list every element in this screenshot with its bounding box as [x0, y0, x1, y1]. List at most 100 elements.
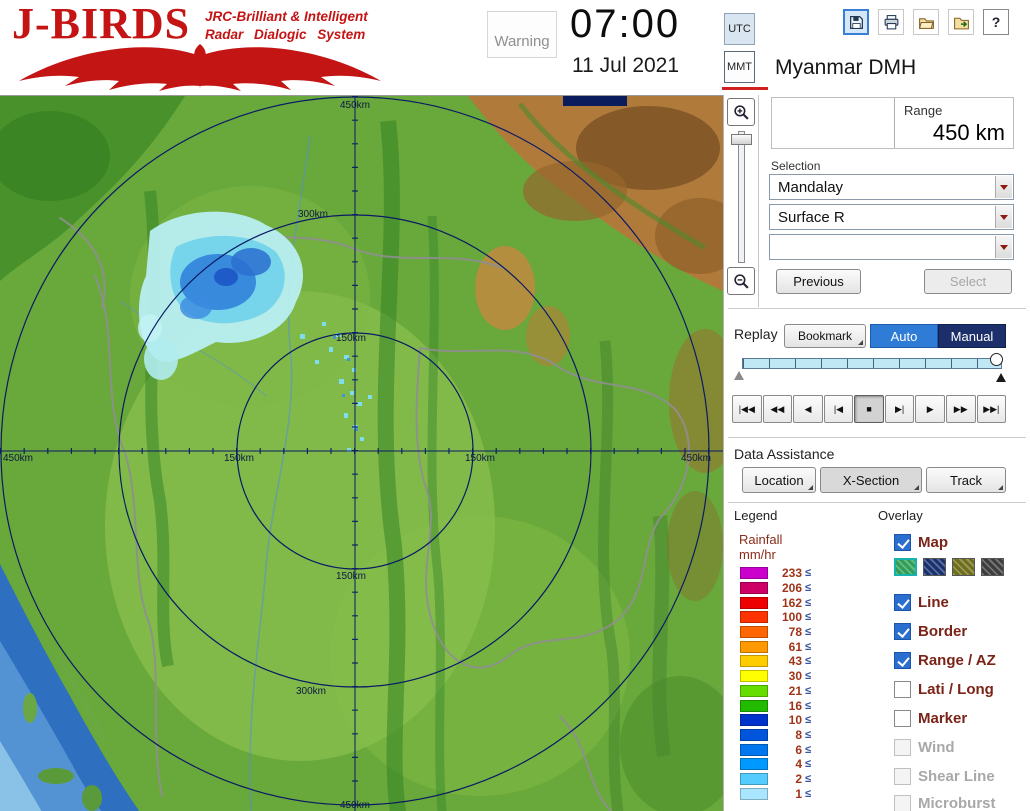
overlay-item-border[interactable]: Border	[894, 621, 967, 641]
help-icon: ?	[991, 14, 1001, 30]
save-button[interactable]	[843, 9, 869, 35]
mmt-button[interactable]: MMT	[724, 51, 755, 83]
replay-timeline-slider[interactable]	[742, 358, 1002, 369]
overlay-item-label: Shear Line	[918, 767, 995, 785]
map-top-bar	[563, 96, 627, 106]
zoom-out-button[interactable]	[727, 267, 755, 295]
map-style-navy[interactable]	[923, 558, 946, 576]
legend-lte: ≤	[805, 758, 812, 771]
site-dropdown[interactable]: Mandalay	[769, 174, 1014, 200]
select-button[interactable]: Select	[924, 269, 1012, 294]
step-forward-button[interactable]: ▶|	[884, 395, 915, 423]
legend-color-swatch	[740, 626, 768, 639]
checkbox[interactable]	[894, 709, 911, 727]
auto-button[interactable]: Auto	[870, 324, 938, 348]
help-button[interactable]: ?	[983, 9, 1009, 35]
option-dropdown[interactable]	[769, 234, 1014, 260]
clock-time: 07:00	[570, 2, 681, 46]
overlay-item-label: Lati / Long	[918, 680, 994, 698]
playback-controls: |◀◀ ◀◀ ◀ |◀ ■ ▶| ▶ ▶▶ ▶▶|	[732, 395, 1007, 423]
zoom-in-button[interactable]	[727, 98, 755, 126]
station-name: Myanmar DMH	[775, 56, 917, 79]
site-dropdown-value: Mandalay	[778, 179, 844, 196]
legend-lte: ≤	[805, 772, 812, 785]
open-folder-icon	[918, 17, 934, 29]
legend-value: 233	[781, 566, 802, 581]
dropdown-button[interactable]	[995, 236, 1012, 258]
legend-color-swatch	[740, 684, 768, 697]
product-dropdown[interactable]: Surface R	[769, 204, 1014, 230]
legend-unit-line1: Rainfall	[739, 532, 783, 547]
data-assistance-label: Data Assistance	[734, 446, 835, 462]
legend-lte: ≤	[805, 567, 812, 580]
x-section-button[interactable]: X-Section	[820, 467, 922, 493]
timeline-handle[interactable]	[990, 353, 1003, 366]
map-style-green[interactable]	[894, 558, 917, 576]
track-button[interactable]: Track	[926, 467, 1006, 493]
play-reverse-button[interactable]: ◀	[793, 395, 823, 423]
legend-color-swatch	[740, 758, 768, 771]
skip-to-start-button[interactable]: |◀◀	[732, 395, 762, 423]
warning-label: Warning	[494, 33, 550, 50]
chevron-down-icon	[1000, 184, 1008, 190]
overlay-item-range-az[interactable]: Range / AZ	[894, 650, 996, 670]
bookmark-button[interactable]: Bookmark	[784, 324, 866, 348]
checkbox[interactable]	[894, 622, 911, 640]
overlay-item-line[interactable]: Line	[894, 592, 949, 612]
stop-button[interactable]: ■	[854, 395, 884, 423]
skip-to-end-button[interactable]: ▶▶|	[976, 395, 1007, 423]
open-folder-button[interactable]	[913, 9, 939, 35]
overlay-item-label: Range / AZ	[918, 651, 996, 669]
overlay-item-label: Line	[918, 593, 949, 611]
range-label: 150km	[336, 571, 366, 582]
divider	[728, 437, 1026, 438]
legend-color-swatch	[740, 699, 768, 712]
legend-color-swatch	[740, 743, 768, 756]
map-style-gray[interactable]	[981, 558, 1004, 576]
range-label: 300km	[298, 209, 328, 220]
timeline-position-marker[interactable]	[996, 373, 1006, 382]
checkbox[interactable]	[894, 533, 911, 551]
legend-row: 43 ≤	[740, 654, 811, 669]
manual-button[interactable]: Manual	[938, 324, 1006, 348]
print-button[interactable]	[878, 9, 904, 35]
zoom-slider[interactable]	[731, 131, 752, 263]
chevron-down-icon	[1000, 214, 1008, 220]
checkbox[interactable]	[894, 593, 911, 611]
legend-row: 6 ≤	[740, 742, 811, 757]
range-label: 450km	[340, 800, 370, 811]
legend-value: 16	[788, 698, 802, 713]
legend-value: 100	[781, 610, 802, 625]
play-button[interactable]: ▶	[915, 395, 945, 423]
legend-value: 8	[795, 727, 802, 742]
legend-row: 78 ≤	[740, 625, 811, 640]
overlay-item-marker[interactable]: Marker	[894, 708, 967, 728]
legend-row: 4 ≤	[740, 757, 811, 772]
warning-indicator: Warning	[487, 11, 557, 58]
checkbox[interactable]	[894, 680, 911, 698]
step-back-button[interactable]: |◀	[823, 395, 854, 423]
legend-row: 162 ≤	[740, 595, 811, 610]
zoom-controls	[724, 95, 759, 307]
legend-row: 1 ≤	[740, 786, 811, 801]
radar-map[interactable]: 450km 300km 150km 150km 300km 450km 450k…	[0, 95, 723, 811]
overlay-item-map[interactable]: Map	[894, 532, 948, 552]
dropdown-button[interactable]	[995, 176, 1012, 198]
utc-button[interactable]: UTC	[724, 13, 755, 45]
location-button[interactable]: Location	[742, 467, 816, 493]
previous-button[interactable]: Previous	[776, 269, 861, 294]
zoom-slider-thumb[interactable]	[731, 134, 752, 145]
dropdown-button[interactable]	[995, 206, 1012, 228]
range-label: 450km	[340, 100, 370, 111]
export-button[interactable]	[948, 9, 974, 35]
legend-row: 61 ≤	[740, 639, 811, 654]
checkbox[interactable]	[894, 651, 911, 669]
fast-rewind-button[interactable]: ◀◀	[762, 395, 793, 423]
legend-lte: ≤	[805, 640, 812, 653]
fast-forward-button[interactable]: ▶▶	[945, 395, 976, 423]
map-style-olive[interactable]	[952, 558, 975, 576]
overlay-item-lati-long[interactable]: Lati / Long	[894, 679, 994, 699]
divider	[728, 502, 1026, 503]
print-icon	[884, 14, 898, 29]
legend-row: 2 ≤	[740, 772, 811, 787]
